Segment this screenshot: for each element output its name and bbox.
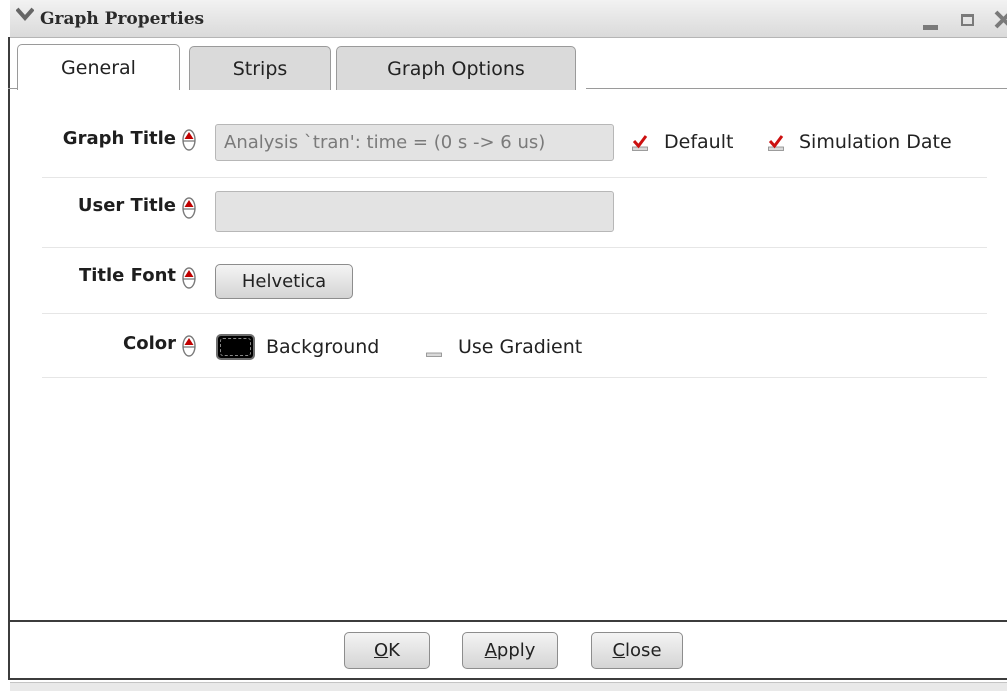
maximize-icon[interactable] bbox=[961, 14, 974, 26]
tab-strips[interactable]: Strips bbox=[189, 46, 331, 90]
swatch-focus-ring bbox=[220, 338, 251, 356]
graph-title-label: Graph Title bbox=[62, 128, 176, 149]
title-font-label: Title Font bbox=[78, 265, 176, 286]
graph-title-spin-icon[interactable] bbox=[182, 129, 196, 151]
color-label: Color bbox=[123, 333, 176, 354]
tab-label: Graph Options bbox=[387, 57, 525, 80]
color-spin-icon[interactable] bbox=[182, 335, 196, 357]
user-title-label: User Title bbox=[77, 195, 176, 216]
user-title-field[interactable] bbox=[215, 191, 614, 232]
ok-mnemonic: O bbox=[374, 640, 389, 661]
chevron-down-icon[interactable] bbox=[16, 6, 34, 22]
title-font-spin-icon[interactable] bbox=[182, 267, 196, 289]
ok-label-rest: K bbox=[388, 640, 400, 661]
close-mnemonic: C bbox=[612, 640, 626, 661]
graph-title-value: Analysis `tran': time = (0 s -> 6 us) bbox=[224, 132, 546, 153]
close-label-rest: lose bbox=[625, 640, 662, 661]
row-separator bbox=[42, 177, 987, 178]
close-button[interactable]: Close bbox=[591, 632, 683, 669]
apply-label-rest: pply bbox=[496, 640, 536, 661]
tab-label: Strips bbox=[232, 57, 288, 80]
row-separator bbox=[42, 313, 987, 314]
simulation-date-checkbox[interactable] bbox=[768, 135, 784, 151]
tab-general[interactable]: General bbox=[17, 44, 180, 90]
tab-divider bbox=[586, 88, 1007, 89]
row-separator bbox=[42, 247, 987, 248]
background-label: Background bbox=[266, 336, 380, 358]
apply-button[interactable]: Apply bbox=[462, 632, 558, 669]
title-font-button-label: Helvetica bbox=[241, 271, 327, 292]
row-separator bbox=[42, 377, 987, 378]
title-font-button[interactable]: Helvetica bbox=[215, 264, 353, 299]
simulation-date-label: Simulation Date bbox=[799, 131, 952, 153]
window-title: Graph Properties bbox=[40, 9, 205, 29]
minimize-icon[interactable] bbox=[923, 25, 938, 30]
tab-label: General bbox=[61, 56, 136, 79]
graph-title-field[interactable]: Analysis `tran': time = (0 s -> 6 us) bbox=[215, 124, 614, 161]
apply-mnemonic: A bbox=[484, 640, 497, 661]
user-title-spin-icon[interactable] bbox=[182, 197, 196, 219]
default-checkbox[interactable] bbox=[632, 135, 648, 151]
window-left-frame bbox=[8, 37, 10, 677]
tab-graph-options[interactable]: Graph Options bbox=[336, 46, 576, 90]
background-color-swatch[interactable] bbox=[216, 334, 255, 360]
ok-button[interactable]: OK bbox=[344, 632, 430, 669]
default-label: Default bbox=[664, 131, 734, 153]
use-gradient-checkbox[interactable] bbox=[426, 341, 442, 357]
title-bar[interactable]: Graph Properties bbox=[10, 0, 1007, 38]
use-gradient-label: Use Gradient bbox=[458, 336, 583, 358]
close-icon[interactable] bbox=[993, 10, 1007, 30]
